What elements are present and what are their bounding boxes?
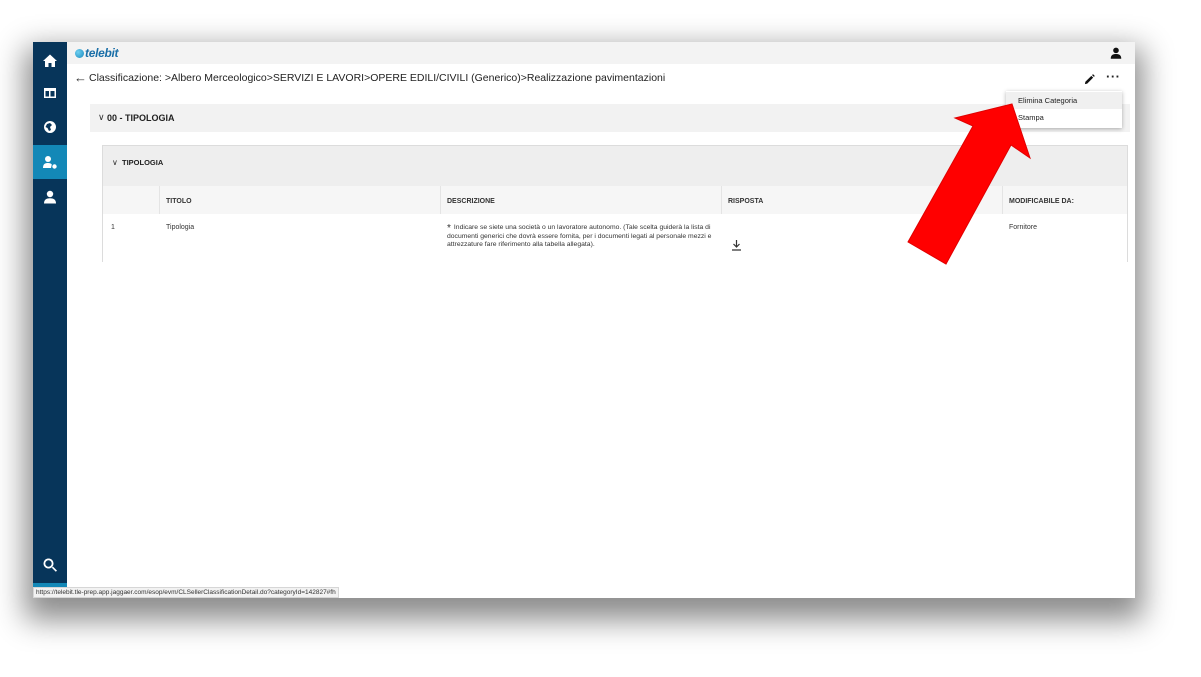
subsection-panel: ∨ TIPOLOGIA TITOLO DESCRIZIONE RISPOSTA … [102, 145, 1128, 262]
sidebar-item-supplier[interactable] [33, 145, 67, 179]
logo-text: telebit [85, 46, 119, 60]
section-header[interactable]: ∨ 00 - TIPOLOGIA [90, 104, 1130, 132]
table-header: TITOLO DESCRIZIONE RISPOSTA MODIFICABILE… [103, 186, 1127, 214]
menu-item-delete-category[interactable]: Elimina Categoria [1006, 92, 1122, 109]
row-index: 1 [111, 224, 115, 231]
sidebar-item-home[interactable] [33, 44, 67, 78]
chevron-down-icon: ∨ [98, 112, 105, 122]
app-window: telebit ← Classificazione: >Albero Merce… [33, 42, 1135, 598]
options-dropdown-menu: Elimina Categoria Stampa [1006, 91, 1122, 128]
row-titolo: Tipologia [166, 224, 195, 231]
subsection-title: TIPOLOGIA [122, 158, 164, 167]
user-settings-icon [43, 156, 57, 169]
top-bar: telebit [67, 42, 1135, 64]
search-icon [43, 558, 57, 572]
pencil-icon [1084, 74, 1095, 85]
sidebar-item-profile[interactable] [33, 180, 67, 214]
sidebar-item-globe[interactable] [33, 110, 67, 144]
column-header-modificabile-da: MODIFICABILE DA: [1009, 198, 1074, 205]
logo-mark-icon [75, 48, 84, 58]
sidebar [33, 42, 67, 598]
row-descrizione: * Indicare se siete una società o un lavo… [447, 224, 717, 249]
column-header-titolo: TITOLO [166, 198, 192, 205]
chevron-down-icon: ∨ [112, 158, 118, 167]
column-header-risposta: RISPOSTA [728, 198, 764, 205]
user-icon [44, 190, 56, 204]
sidebar-item-search[interactable] [33, 548, 67, 582]
telebit-logo[interactable]: telebit [75, 45, 119, 61]
sidebar-item-dashboard[interactable] [33, 76, 67, 110]
ellipsis-icon: ··· [1106, 69, 1121, 84]
breadcrumb: Classificazione: >Albero Merceologico>SE… [89, 72, 666, 84]
breadcrumb-bar: ← Classificazione: >Albero Merceologico>… [67, 64, 1135, 92]
subsection-header[interactable]: ∨ TIPOLOGIA [103, 146, 1127, 186]
status-bar-url: https://telebit.tle-prep.app.jaggaer.com… [33, 587, 339, 598]
globe-icon [44, 121, 57, 133]
download-button[interactable] [731, 238, 743, 251]
menu-item-print[interactable]: Stampa [1006, 109, 1122, 126]
row-modificabile-da: Fornitore [1009, 224, 1038, 231]
table-row: 1 Tipologia * Indicare se siete una socie… [103, 214, 1127, 262]
home-icon [43, 54, 57, 67]
back-arrow-icon[interactable]: ← [74, 71, 87, 85]
user-icon [1110, 47, 1122, 59]
more-options-button[interactable]: ··· [1106, 69, 1121, 84]
user-menu-button[interactable] [1109, 46, 1123, 60]
row-descrizione-text: Indicare se siete una società o un lavor… [447, 224, 712, 248]
edit-button[interactable] [1084, 72, 1096, 85]
layout-icon [44, 88, 56, 98]
download-icon [732, 240, 741, 251]
column-header-descrizione: DESCRIZIONE [447, 198, 495, 205]
section-title: 00 - TIPOLOGIA [107, 113, 175, 123]
